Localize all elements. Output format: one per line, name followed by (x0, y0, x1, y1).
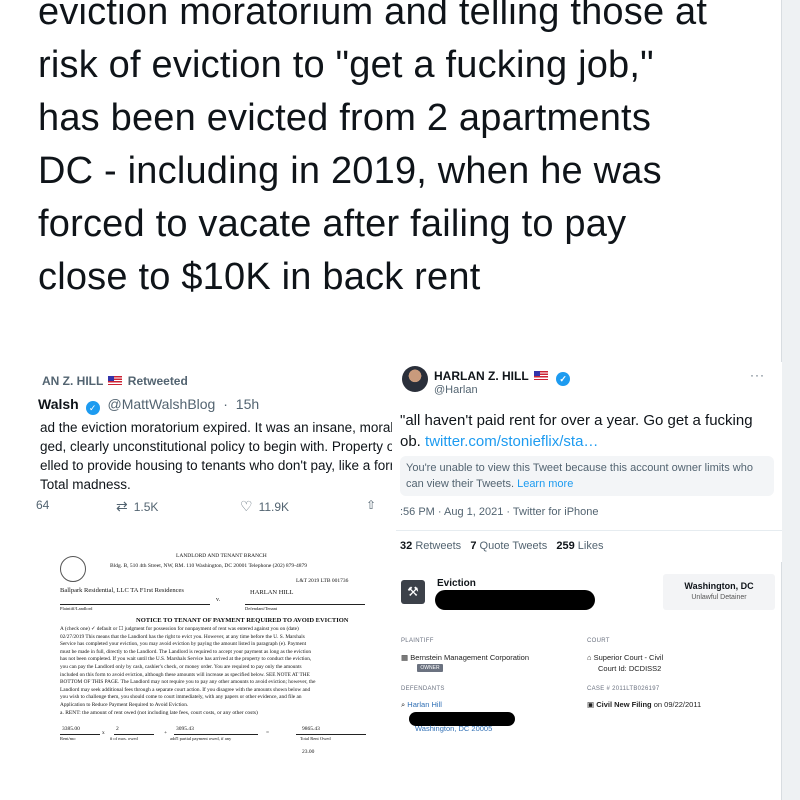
case-title: Eviction (437, 578, 476, 589)
court-value: ⌂ Superior Court - Civil (587, 653, 664, 662)
total-rent: 9865.43 (302, 726, 320, 732)
doc-defendant-label: Defendant/Tenant (245, 606, 278, 611)
case-number: CASE # 2011LTB026197 (587, 686, 660, 692)
defendant-city: Washington, DC 20005 (415, 724, 493, 733)
tweet-text-line: forced to vacate after failing to pay (38, 203, 627, 245)
tweet-text-line: DC - including in 2019, when he was (38, 150, 662, 192)
us-flag-icon (533, 371, 548, 380)
separator: · (223, 396, 228, 412)
retweeted-by: AN Z. HILL Retweeted (42, 374, 188, 388)
case-location-box: Washington, DC Unlawful Detainer (663, 574, 775, 610)
doc-paragraph: A (check one) ✓ default or ☐ judgment fo… (60, 626, 316, 708)
author-handle: @Harlan (434, 384, 478, 396)
divider (245, 604, 365, 605)
retweet-screenshot: AN Z. HILL Retweeted Walsh ✓ @MattWalshB… (36, 366, 392, 526)
rent-per-month: 3385.00 (62, 726, 80, 732)
doc-plaintiff: Ballpark Residential, LLC TA F1rst Resid… (60, 587, 184, 594)
avatar (402, 366, 428, 392)
tweet-time: 15h (235, 396, 260, 412)
learn-more-link: Learn more (517, 478, 574, 490)
author-name: Walsh (38, 396, 79, 412)
divider (114, 734, 154, 735)
defendant-value[interactable]: ⌕ Harlan Hill (401, 700, 442, 710)
total-label: Total Rent Owed (300, 736, 331, 741)
tweet-text-line: eviction moratorium and telling those at (38, 0, 708, 33)
tweet-stats: 32 Retweets 7 Quote Tweets 259 Likes (400, 540, 604, 552)
retweet-button: ⇄ 1.5K (116, 498, 159, 514)
tweet-text-line: risk of eviction to "get a fucking job," (38, 44, 654, 86)
owner-badge: OWNER (417, 664, 443, 672)
tweet-body: ad the eviction moratorium expired. It w… (40, 420, 392, 492)
verified-badge-icon: ✓ (85, 401, 100, 415)
doc-branch: LANDLORD AND TENANT BRANCH (176, 553, 267, 559)
tweet-text-line: close to $10K in back rent (38, 256, 481, 298)
tweet-author-row: Walsh ✓ @MattWalshBlog · 15h (38, 396, 259, 415)
like-button: ♡ 11.9K (240, 498, 290, 514)
case-record-card: ⚒ Eviction Washington, DC Unlawful Detai… (395, 566, 781, 762)
months-label: # of mos. owed (110, 736, 138, 741)
rent-label: Rent/mo (60, 736, 76, 741)
scrollbar-gutter[interactable] (782, 0, 800, 800)
plaintiff-label: PLAINTIFF (401, 638, 434, 644)
tweet-text: eviction moratorium and telling those at… (38, 0, 778, 304)
divider (296, 734, 366, 735)
divider (60, 734, 100, 735)
quoted-tweet-screenshot: HARLAN Z. HILL ✓ @Harlan ··· "all haven'… (396, 362, 782, 562)
tweet-actions: 64 ⇄ 1.5K ♡ 11.9K ⇧ (36, 498, 386, 518)
case-location: Washington, DC (684, 581, 754, 591)
divider (396, 530, 782, 531)
plaintiff-value: ▦ Bernstein Management Corporation (401, 653, 530, 662)
doc-notice-title: NOTICE TO TENANT OF PAYMENT REQUIRED TO … (136, 617, 349, 624)
tweet-timestamp: :56 PM · Aug 1, 2021 · Twitter for iPhon… (400, 506, 599, 518)
unavailable-tweet-notice: You're unable to view this Tweet because… (400, 456, 774, 496)
author-handle: @MattWalshBlog (107, 396, 216, 412)
tweet-body: "all haven't paid rent for over a year. … (400, 412, 753, 450)
doc-plaintiff-label: Plaintiff/Landlord (60, 606, 93, 611)
divider (174, 734, 258, 735)
retweet-icon: ⇄ (116, 498, 128, 514)
partial-label: add'l partial payment owed, if any (170, 736, 232, 741)
court-icon: ⌂ (587, 653, 592, 662)
months-owed: 2 (116, 726, 119, 732)
plus-sign: + (164, 730, 168, 736)
partial-owed: 3095.43 (176, 726, 194, 732)
us-flag-icon (108, 376, 123, 385)
heart-icon: ♡ (240, 498, 253, 514)
doc-address: Bldg. B, 510 4th Street, NW, RM. 110 Was… (110, 563, 308, 569)
defendants-label: DEFENDANTS (401, 686, 445, 692)
gavel-icon: ⚒ (401, 580, 425, 604)
building-icon: ▦ (401, 653, 409, 662)
equals-sign: = (266, 730, 270, 736)
tweet-link: twitter.com/stonieflix/sta… (425, 433, 599, 450)
filing-value: ▣ Civil New Filing on 09/22/2011 (587, 700, 702, 709)
verified-badge-icon: ✓ (556, 372, 571, 386)
doc-rent-line: a. RENT: the amount of rent owed (not in… (60, 710, 258, 716)
tweet-text-line: has been evicted from 2 apartments (38, 97, 652, 139)
court-notice-document: LANDLORD AND TENANT BRANCH Bldg. B, 510 … (40, 552, 395, 762)
doc-case-number: L&T 2019 LTB 001736 (296, 578, 349, 584)
reply-count: 64 (36, 498, 50, 512)
next-value: 23.00 (302, 749, 315, 755)
doc-defendant: HARLAN HILL (250, 589, 294, 596)
redaction-bar (435, 590, 595, 610)
share-icon: ⇧ (366, 498, 377, 512)
doc-versus: v. (216, 597, 221, 603)
case-type: Unlawful Detainer (691, 594, 747, 601)
more-options-icon: ··· (750, 368, 765, 382)
court-label: COURT (587, 638, 610, 644)
calendar-icon: ▣ (587, 700, 595, 709)
court-id: Court Id: DCDISS2 (598, 664, 662, 673)
times-sign: x (102, 730, 105, 736)
divider (60, 604, 210, 605)
search-icon: ⌕ (401, 700, 406, 709)
court-seal-icon (60, 556, 86, 582)
